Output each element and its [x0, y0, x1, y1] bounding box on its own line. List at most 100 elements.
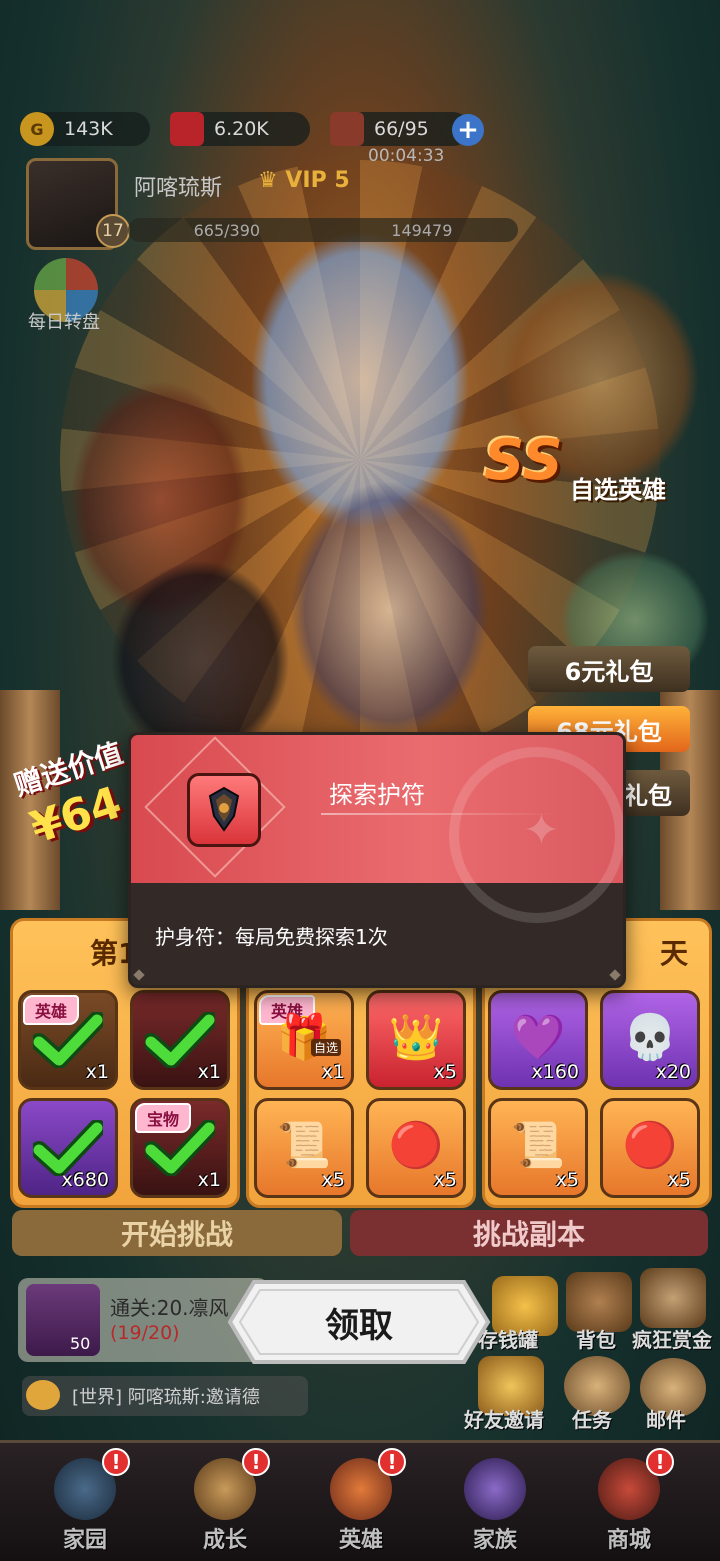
- reward-tile-hero-chest[interactable]: 英雄 🎁 自选 x1: [254, 990, 354, 1090]
- item-tooltip: ✦ 探索护符 护身符：每局免费探索1次: [128, 732, 626, 988]
- purple-crystal-icon: 💜: [510, 1012, 566, 1064]
- red-gem-icon: 🔴: [388, 1120, 444, 1172]
- nav-growth[interactable]: ! 成长: [170, 1448, 280, 1556]
- backpack-label: 背包: [576, 1328, 616, 1352]
- reward-qty: x680: [61, 1169, 109, 1191]
- tier-3-title: 天: [660, 937, 689, 970]
- stage-badge: 50: [70, 1334, 91, 1353]
- tooltip-title: 探索护符: [329, 781, 425, 809]
- friend-invite-label: 好友邀请: [464, 1408, 544, 1432]
- reward-qty: x5: [555, 1169, 579, 1191]
- gold-counter[interactable]: G 143K: [20, 112, 150, 146]
- red-gem-icon: 🔴: [622, 1120, 678, 1172]
- bounty-icon[interactable]: [640, 1268, 706, 1328]
- crown-icon: 👑: [388, 1012, 444, 1064]
- reward-qty: x5: [433, 1169, 457, 1191]
- tooltip-description: 护身符：每局免费探索1次: [155, 925, 388, 949]
- reward-qty: x20: [655, 1061, 691, 1083]
- red-gem-icon: [170, 112, 204, 146]
- add-stamina-button[interactable]: +: [452, 114, 484, 146]
- vip-badge[interactable]: ♛ VIP 5: [258, 168, 350, 193]
- stage-name: 通关:20.凛风: [110, 1296, 229, 1320]
- reward-qty: x1: [197, 1169, 221, 1191]
- nav-growth-label: 成长: [202, 1528, 247, 1553]
- skull-icon: 💀: [622, 1012, 678, 1064]
- notification-dot-icon: !: [646, 1448, 674, 1476]
- stage-progress: (19/20): [110, 1322, 180, 1344]
- claimed-check-icon: [145, 1012, 215, 1068]
- world-chat-bar[interactable]: [世界] 阿喀琉斯:邀请德: [22, 1376, 308, 1416]
- vip-crown-icon: ♛: [258, 168, 278, 193]
- notification-dot-icon: !: [102, 1448, 130, 1476]
- claim-button[interactable]: 领取: [226, 1278, 492, 1366]
- reward-qty: x1: [321, 1061, 345, 1083]
- reward-tile-scroll[interactable]: 📜 x5: [254, 1098, 354, 1198]
- daily-wheel-label: 每日转盘: [28, 312, 100, 333]
- reward-tile-crown[interactable]: 👑 x5: [366, 990, 466, 1090]
- title-underline: [321, 813, 557, 815]
- power-value: 149479: [391, 220, 453, 240]
- nav-home[interactable]: ! 家园: [30, 1448, 140, 1556]
- ss-grade-badge: SS: [484, 428, 563, 493]
- claimed-check-icon: [145, 1120, 215, 1176]
- gem-value: 6.20K: [214, 118, 269, 140]
- reward-tile-purple-crystal[interactable]: 💜 x160: [488, 990, 588, 1090]
- reward-tile-skull[interactable]: 💀 x20: [600, 990, 700, 1090]
- corner-ornament: [133, 969, 145, 981]
- nav-heroes-label: 英雄: [338, 1528, 383, 1553]
- scroll-icon: 📜: [510, 1120, 566, 1172]
- pack-6-button[interactable]: 6元礼包: [528, 646, 690, 692]
- notification-dot-icon: !: [378, 1448, 406, 1476]
- reward-tile-treasure[interactable]: 宝物 x1: [130, 1098, 230, 1198]
- notification-dot-icon: !: [242, 1448, 270, 1476]
- scroll-icon: 📜: [276, 1120, 332, 1172]
- reward-tile-scroll[interactable]: 📜 x5: [488, 1098, 588, 1198]
- nav-heroes[interactable]: ! 英雄: [306, 1448, 416, 1556]
- gem-counter[interactable]: 6.20K: [170, 112, 310, 146]
- task-label: 任务: [572, 1408, 612, 1432]
- gold-value: 143K: [64, 118, 113, 140]
- gold-coin-icon: G: [20, 112, 54, 146]
- experience-bar: 665/390 149479: [128, 218, 518, 242]
- reward-qty: x5: [321, 1169, 345, 1191]
- nav-shop-label: 商城: [606, 1528, 651, 1553]
- vip-label: VIP 5: [285, 168, 350, 193]
- meat-icon: [330, 112, 364, 146]
- stamina-counter[interactable]: 66/95: [330, 112, 470, 146]
- reward-qty: x5: [667, 1169, 691, 1191]
- reward-tile-item[interactable]: x1: [130, 990, 230, 1090]
- nav-home-label: 家园: [62, 1528, 107, 1553]
- corner-ornament: [609, 969, 621, 981]
- reward-qty: x1: [85, 1061, 109, 1083]
- start-challenge-button[interactable]: 开始挑战: [12, 1210, 342, 1256]
- stamina-value: 66/95: [374, 118, 429, 140]
- reward-tile-gems[interactable]: x680: [18, 1098, 118, 1198]
- claimed-check-icon: [33, 1012, 103, 1068]
- selectable-hero-label: 自选英雄: [570, 476, 666, 504]
- player-name: 阿喀琉斯: [134, 176, 223, 201]
- nav-shop[interactable]: ! 商城: [574, 1448, 684, 1556]
- guild-icon: [464, 1458, 526, 1520]
- dragon-girl-hero-artwork: [290, 480, 490, 740]
- reward-tile-red-gem[interactable]: 🔴 x5: [366, 1098, 466, 1198]
- nav-guild-label: 家族: [472, 1528, 517, 1553]
- player-level-badge: 17: [96, 214, 130, 248]
- mail-label: 邮件: [646, 1408, 686, 1432]
- reward-qty: x5: [433, 1061, 457, 1083]
- bounty-label: 疯狂赏金: [632, 1328, 712, 1352]
- experience-value: 665/390: [193, 220, 261, 240]
- self-select-tag: 自选: [310, 1039, 341, 1056]
- dungeon-challenge-button[interactable]: 挑战副本: [350, 1210, 708, 1256]
- swordsman-hero-artwork: [110, 560, 290, 760]
- reward-tile-red-gem[interactable]: 🔴 x5: [600, 1098, 700, 1198]
- backpack-icon[interactable]: [566, 1272, 632, 1332]
- chat-bubble-icon: [26, 1380, 60, 1410]
- stamina-timer: 00:04:33: [368, 146, 445, 166]
- reward-tile-hero[interactable]: 英雄 x1: [18, 990, 118, 1090]
- nav-guild[interactable]: 家族: [440, 1448, 550, 1556]
- reward-qty: x160: [531, 1061, 579, 1083]
- claimed-check-icon: [33, 1120, 103, 1176]
- chat-message: [世界] 阿喀琉斯:邀请德: [72, 1387, 260, 1408]
- reward-qty: x1: [197, 1061, 221, 1083]
- amulet-icon: [187, 773, 261, 847]
